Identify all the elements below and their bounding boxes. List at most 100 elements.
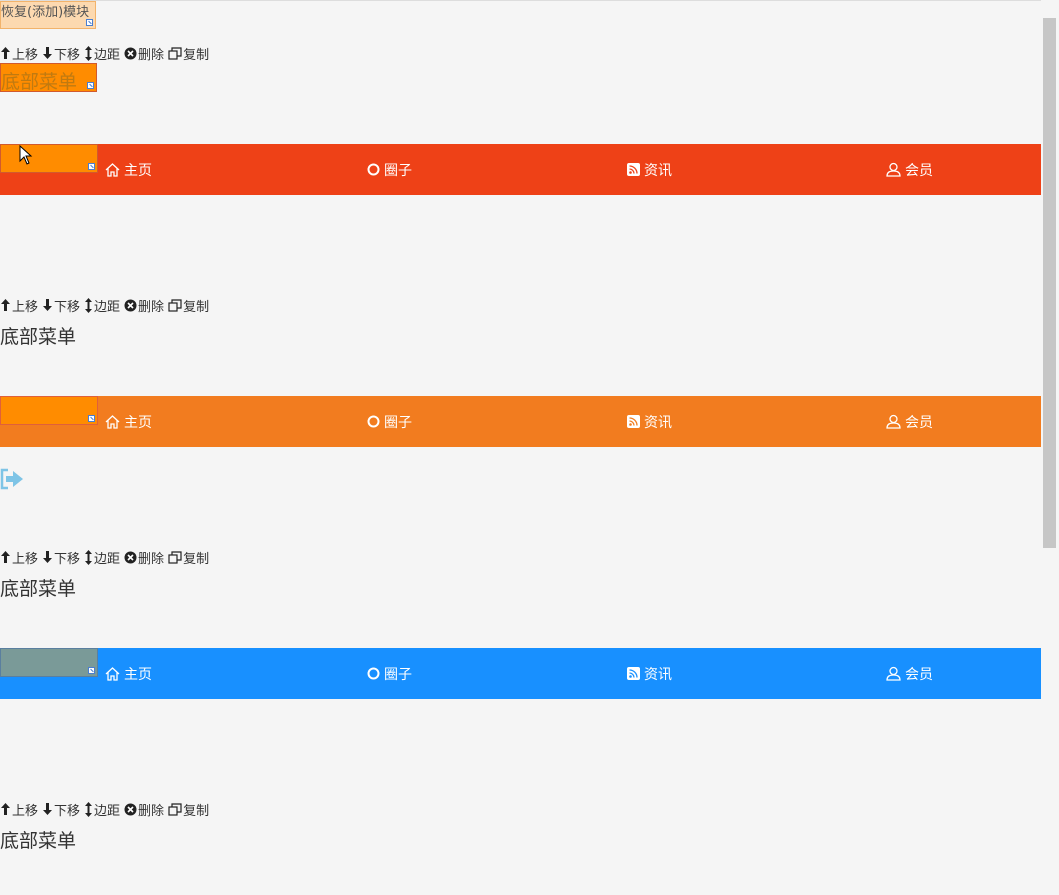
module-title-selected[interactable]: 底部菜单 xyxy=(0,63,97,92)
module-title: 底部菜单 xyxy=(0,830,77,852)
spacing-button[interactable]: 边距 xyxy=(84,548,120,567)
arrow-up-icon xyxy=(1,47,10,59)
move-down-button[interactable]: 下移 xyxy=(42,800,80,819)
delete-button[interactable]: 删除 xyxy=(124,44,164,63)
nav-label: 会员 xyxy=(905,414,933,431)
move-up-label: 上移 xyxy=(12,551,39,567)
move-up-label: 上移 xyxy=(12,299,39,315)
delete-label: 删除 xyxy=(138,551,165,567)
nav-item-circle[interactable]: 圈子 xyxy=(367,648,412,699)
restore-module-label: 恢复(添加)模块 xyxy=(1,5,90,20)
nav-label: 资讯 xyxy=(644,162,672,179)
nav-label: 会员 xyxy=(905,666,933,683)
nav-label: 资讯 xyxy=(644,666,672,683)
exit-icon[interactable] xyxy=(0,468,25,490)
spacing-button[interactable]: 边距 xyxy=(84,296,120,315)
delete-circle-icon xyxy=(124,551,137,563)
nav-item-member[interactable]: 会员 xyxy=(886,396,933,447)
spacing-button[interactable]: 边距 xyxy=(84,44,120,63)
user-icon xyxy=(886,414,901,429)
nav-item-circle[interactable]: 圈子 xyxy=(367,396,412,447)
move-up-label: 上移 xyxy=(12,803,39,819)
arrow-down-icon xyxy=(43,803,53,815)
move-down-label: 下移 xyxy=(54,47,81,63)
move-down-button[interactable]: 下移 xyxy=(42,548,80,567)
nav-item-news[interactable]: 资讯 xyxy=(627,648,672,699)
move-up-button[interactable]: 上移 xyxy=(0,800,38,819)
module-toolbar: 上移 下移 边距 删除 复制 xyxy=(0,548,213,567)
copy-label: 复制 xyxy=(183,803,210,819)
copy-label: 复制 xyxy=(183,299,210,315)
scrollbar-thumb[interactable] xyxy=(1043,18,1056,548)
nav-item-home[interactable]: 主页 xyxy=(105,648,152,699)
nav-label: 主页 xyxy=(124,414,152,431)
copy-button[interactable]: 复制 xyxy=(168,548,209,567)
bottom-nav-bar: 主页 圈子 资讯 会员 xyxy=(0,144,1041,195)
nav-selection-box[interactable] xyxy=(0,144,98,173)
copy-icon xyxy=(168,550,182,564)
arrow-up-icon xyxy=(1,803,10,815)
delete-label: 删除 xyxy=(138,47,165,63)
module-title: 底部菜单 xyxy=(0,578,77,600)
move-up-button[interactable]: 上移 xyxy=(0,548,38,567)
resize-handle-icon[interactable] xyxy=(86,19,93,26)
vertical-resize-icon xyxy=(85,45,93,61)
move-down-button[interactable]: 下移 xyxy=(42,44,80,63)
vertical-resize-icon xyxy=(85,297,93,313)
resize-handle-icon[interactable] xyxy=(88,415,95,422)
nav-label: 圈子 xyxy=(384,666,412,683)
spacing-button[interactable]: 边距 xyxy=(84,800,120,819)
resize-handle-icon[interactable] xyxy=(88,163,95,170)
move-down-label: 下移 xyxy=(54,299,81,315)
module-toolbar: 上移 下移 边距 删除 复制 xyxy=(0,296,213,315)
delete-button[interactable]: 删除 xyxy=(124,548,164,567)
arrow-up-icon xyxy=(1,551,10,563)
move-down-label: 下移 xyxy=(54,803,81,819)
copy-icon xyxy=(168,46,182,60)
nav-item-circle[interactable]: 圈子 xyxy=(367,144,412,195)
home-icon xyxy=(105,162,120,177)
circle-icon xyxy=(367,163,380,176)
nav-item-news[interactable]: 资讯 xyxy=(627,396,672,447)
module-toolbar: 上移 下移 边距 删除 复制 xyxy=(0,800,213,819)
copy-button[interactable]: 复制 xyxy=(168,800,209,819)
nav-item-member[interactable]: 会员 xyxy=(886,144,933,195)
move-down-button[interactable]: 下移 xyxy=(42,296,80,315)
nav-selection-box[interactable] xyxy=(0,396,98,425)
circle-icon xyxy=(367,415,380,428)
vertical-resize-icon xyxy=(85,801,93,817)
move-up-button[interactable]: 上移 xyxy=(0,296,38,315)
copy-button[interactable]: 复制 xyxy=(168,44,209,63)
restore-module-button[interactable]: 恢复(添加)模块 xyxy=(0,1,96,29)
copy-label: 复制 xyxy=(183,551,210,567)
spacing-label: 边距 xyxy=(94,299,121,315)
nav-item-home[interactable]: 主页 xyxy=(105,144,152,195)
move-up-button[interactable]: 上移 xyxy=(0,44,38,63)
nav-item-home[interactable]: 主页 xyxy=(105,396,152,447)
module-toolbar: 上移 下移 边距 删除 复制 xyxy=(0,44,213,63)
copy-button[interactable]: 复制 xyxy=(168,296,209,315)
nav-item-news[interactable]: 资讯 xyxy=(627,144,672,195)
module-title: 底部菜单 xyxy=(1,71,78,92)
nav-selection-box[interactable] xyxy=(0,648,98,677)
delete-button[interactable]: 删除 xyxy=(124,296,164,315)
delete-circle-icon xyxy=(124,47,137,59)
move-down-label: 下移 xyxy=(54,551,81,567)
rss-icon xyxy=(627,163,640,176)
move-up-label: 上移 xyxy=(12,47,39,63)
resize-handle-icon[interactable] xyxy=(88,667,95,674)
nav-item-member[interactable]: 会员 xyxy=(886,648,933,699)
user-icon xyxy=(886,666,901,681)
resize-handle-icon[interactable] xyxy=(87,82,94,89)
nav-label: 会员 xyxy=(905,162,933,179)
rss-icon xyxy=(627,667,640,680)
bottom-nav-bar: 主页 圈子 资讯 会员 xyxy=(0,396,1041,447)
delete-label: 删除 xyxy=(138,299,165,315)
user-icon xyxy=(886,162,901,177)
nav-label: 主页 xyxy=(124,666,152,683)
top-divider xyxy=(0,0,1041,1)
delete-circle-icon xyxy=(124,299,137,311)
delete-circle-icon xyxy=(124,803,137,815)
delete-button[interactable]: 删除 xyxy=(124,800,164,819)
bottom-nav-bar: 主页 圈子 资讯 会员 xyxy=(0,648,1041,699)
